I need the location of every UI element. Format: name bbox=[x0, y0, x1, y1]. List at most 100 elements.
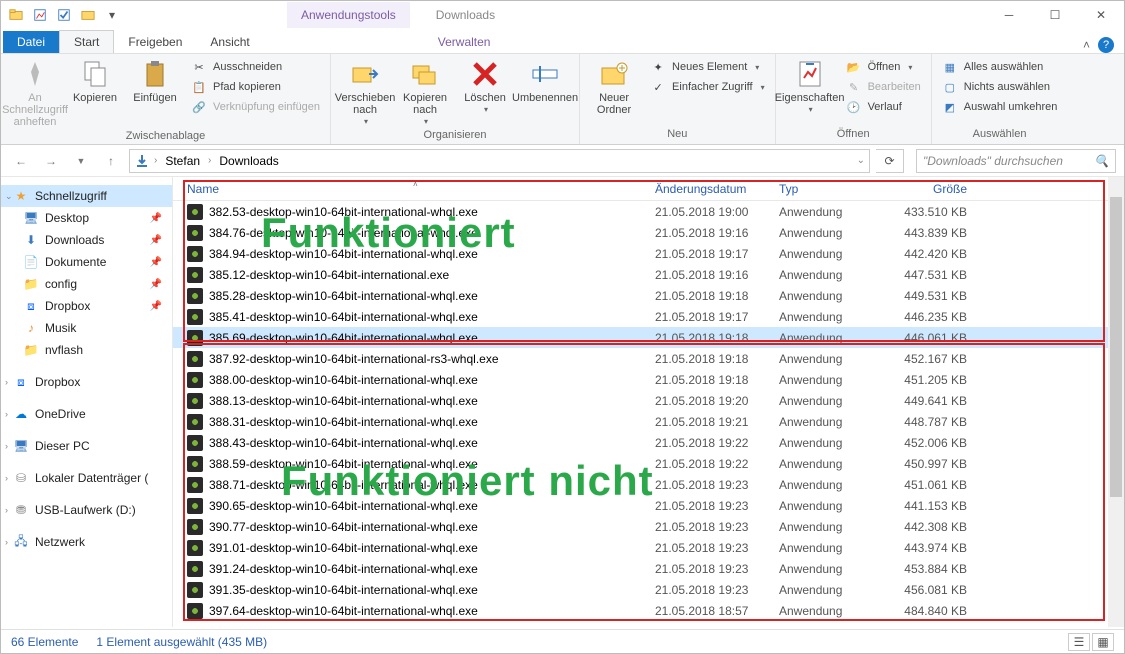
qat-folder-icon[interactable] bbox=[77, 4, 99, 26]
cut-button[interactable]: ✂Ausschneiden bbox=[187, 58, 324, 76]
nav-dropbox-pin[interactable]: ⧈Dropbox📌 bbox=[1, 295, 172, 317]
tab-manage[interactable]: Verwalten bbox=[424, 31, 505, 53]
file-row[interactable]: 384.94-desktop-win10-64bit-international… bbox=[173, 243, 1124, 264]
file-name: 385.12-desktop-win10-64bit-international… bbox=[209, 268, 449, 282]
nav-quick-access[interactable]: ⌄★Schnellzugriff bbox=[1, 185, 172, 207]
tab-file[interactable]: Datei bbox=[3, 31, 59, 53]
up-button[interactable]: ↑ bbox=[99, 149, 123, 173]
open-button[interactable]: 📂Öffnen▾ bbox=[842, 58, 925, 76]
maximize-button[interactable]: ☐ bbox=[1032, 1, 1078, 29]
minimize-button[interactable]: ─ bbox=[986, 1, 1032, 29]
file-row[interactable]: 391.35-desktop-win10-64bit-international… bbox=[173, 579, 1124, 600]
file-row[interactable]: 388.71-desktop-win10-64bit-international… bbox=[173, 474, 1124, 495]
tab-home[interactable]: Start bbox=[59, 30, 114, 53]
nav-documents[interactable]: 📄Dokumente📌 bbox=[1, 251, 172, 273]
back-button[interactable]: ← bbox=[9, 149, 33, 173]
nav-downloads[interactable]: ⬇Downloads📌 bbox=[1, 229, 172, 251]
nav-music[interactable]: ♪Musik bbox=[1, 317, 172, 339]
nav-onedrive[interactable]: ›☁OneDrive bbox=[1, 403, 172, 425]
navigation-pane: ⌄★Schnellzugriff 🖥Desktop📌 ⬇Downloads📌 📄… bbox=[1, 177, 173, 627]
col-name[interactable]: Name˄ bbox=[179, 182, 647, 196]
history-button[interactable]: 🕑Verlauf bbox=[842, 98, 925, 116]
nav-localdisk[interactable]: ›⛁Lokaler Datenträger ( bbox=[1, 467, 172, 489]
properties-button[interactable]: Eigenschaften▾ bbox=[782, 58, 838, 115]
file-list: Name˄ Änderungsdatum Typ Größe 382.53-de… bbox=[173, 177, 1124, 627]
file-row[interactable]: 385.12-desktop-win10-64bit-international… bbox=[173, 264, 1124, 285]
pin-to-quick-button[interactable]: An Schnellzugriff anheften bbox=[7, 58, 63, 128]
nav-network[interactable]: ›🖧Netzwerk bbox=[1, 531, 172, 553]
edit-button[interactable]: ✎Bearbeiten bbox=[842, 78, 925, 96]
refresh-button[interactable]: ⟳ bbox=[876, 149, 904, 173]
ribbon-collapse-icon[interactable]: ˄ bbox=[1083, 38, 1090, 52]
nav-dropbox[interactable]: ›⧈Dropbox bbox=[1, 371, 172, 393]
nav-desktop[interactable]: 🖥Desktop📌 bbox=[1, 207, 172, 229]
file-date: 21.05.2018 19:18 bbox=[647, 373, 771, 387]
scrollbar-thumb[interactable] bbox=[1110, 197, 1122, 497]
tab-share[interactable]: Freigeben bbox=[114, 31, 196, 53]
nav-usb[interactable]: ›⛃USB-Laufwerk (D:) bbox=[1, 499, 172, 521]
nav-config[interactable]: 📁config📌 bbox=[1, 273, 172, 295]
group-open-label: Öffnen bbox=[782, 126, 925, 144]
new-folder-button[interactable]: Neuer Ordner bbox=[586, 58, 642, 116]
breadcrumb-part-0[interactable]: Stefan bbox=[161, 154, 204, 168]
desktop-icon: 🖥 bbox=[23, 210, 39, 226]
file-row[interactable]: 391.24-desktop-win10-64bit-international… bbox=[173, 558, 1124, 579]
search-input[interactable]: "Downloads" durchsuchen 🔍 bbox=[916, 149, 1116, 173]
nav-nvflash[interactable]: 📁nvflash bbox=[1, 339, 172, 361]
move-to-button[interactable]: Verschieben nach▾ bbox=[337, 58, 393, 127]
breadcrumb[interactable]: › Stefan › Downloads ⌄ bbox=[129, 149, 870, 173]
col-size[interactable]: Größe bbox=[885, 182, 975, 196]
delete-button[interactable]: Löschen▾ bbox=[457, 58, 513, 115]
paste-shortcut-button[interactable]: 🔗Verknüpfung einfügen bbox=[187, 98, 324, 116]
close-button[interactable]: ✕ bbox=[1078, 1, 1124, 29]
easyaccess-icon: ✓ bbox=[650, 79, 666, 95]
breadcrumb-part-1[interactable]: Downloads bbox=[215, 154, 282, 168]
file-size: 449.641 KB bbox=[885, 394, 975, 408]
col-date[interactable]: Änderungsdatum bbox=[647, 182, 771, 196]
file-row[interactable]: 390.65-desktop-win10-64bit-international… bbox=[173, 495, 1124, 516]
qat-checkbox-icon[interactable] bbox=[53, 4, 75, 26]
copy-to-button[interactable]: Kopieren nach▾ bbox=[397, 58, 453, 127]
qat-properties-icon[interactable] bbox=[29, 4, 51, 26]
paste-button[interactable]: Einfügen bbox=[127, 58, 183, 104]
recent-dropdown[interactable]: ▼ bbox=[69, 149, 93, 173]
easy-access-button[interactable]: ✓Einfacher Zugriff▾ bbox=[646, 78, 769, 96]
file-size: 433.510 KB bbox=[885, 205, 975, 219]
file-row[interactable]: 385.69-desktop-win10-64bit-international… bbox=[173, 327, 1124, 348]
file-row[interactable]: 390.77-desktop-win10-64bit-international… bbox=[173, 516, 1124, 537]
vertical-scrollbar[interactable] bbox=[1108, 177, 1124, 627]
file-row[interactable]: 382.53-desktop-win10-64bit-international… bbox=[173, 201, 1124, 222]
help-icon[interactable]: ? bbox=[1098, 37, 1114, 53]
file-row[interactable]: 388.00-desktop-win10-64bit-international… bbox=[173, 369, 1124, 390]
nav-this-pc[interactable]: ›🖥Dieser PC bbox=[1, 435, 172, 457]
file-row[interactable]: 391.01-desktop-win10-64bit-international… bbox=[173, 537, 1124, 558]
rename-button[interactable]: Umbenennen bbox=[517, 58, 573, 104]
copy-path-button[interactable]: 📋Pfad kopieren bbox=[187, 78, 324, 96]
tab-view[interactable]: Ansicht bbox=[196, 31, 263, 53]
file-row[interactable]: 388.59-desktop-win10-64bit-international… bbox=[173, 453, 1124, 474]
details-view-button[interactable]: ☰ bbox=[1068, 633, 1090, 651]
select-none-button[interactable]: ▢Nichts auswählen bbox=[938, 78, 1062, 96]
invert-selection-button[interactable]: ◩Auswahl umkehren bbox=[938, 98, 1062, 116]
file-row[interactable]: 388.43-desktop-win10-64bit-international… bbox=[173, 432, 1124, 453]
copy-button[interactable]: Kopieren bbox=[67, 58, 123, 104]
qat-dropdown-icon[interactable]: ▾ bbox=[101, 4, 123, 26]
forward-button[interactable]: → bbox=[39, 149, 63, 173]
file-name: 384.94-desktop-win10-64bit-international… bbox=[209, 247, 478, 261]
file-size: 450.997 KB bbox=[885, 457, 975, 471]
file-size: 442.308 KB bbox=[885, 520, 975, 534]
new-item-button[interactable]: ✦Neues Element▾ bbox=[646, 58, 769, 76]
file-row[interactable]: 385.41-desktop-win10-64bit-international… bbox=[173, 306, 1124, 327]
file-row[interactable]: 384.76-desktop-win10-64bit-international… bbox=[173, 222, 1124, 243]
exe-icon bbox=[187, 477, 203, 493]
file-row[interactable]: 388.13-desktop-win10-64bit-international… bbox=[173, 390, 1124, 411]
file-row[interactable]: 397.64-desktop-win10-64bit-international… bbox=[173, 600, 1124, 621]
file-type: Anwendung bbox=[771, 394, 885, 408]
thumbnails-view-button[interactable]: ▦ bbox=[1092, 633, 1114, 651]
newfolder-icon bbox=[598, 58, 630, 90]
file-row[interactable]: 385.28-desktop-win10-64bit-international… bbox=[173, 285, 1124, 306]
select-all-button[interactable]: ▦Alles auswählen bbox=[938, 58, 1062, 76]
col-type[interactable]: Typ bbox=[771, 182, 885, 196]
file-row[interactable]: 387.92-desktop-win10-64bit-international… bbox=[173, 348, 1124, 369]
file-row[interactable]: 388.31-desktop-win10-64bit-international… bbox=[173, 411, 1124, 432]
